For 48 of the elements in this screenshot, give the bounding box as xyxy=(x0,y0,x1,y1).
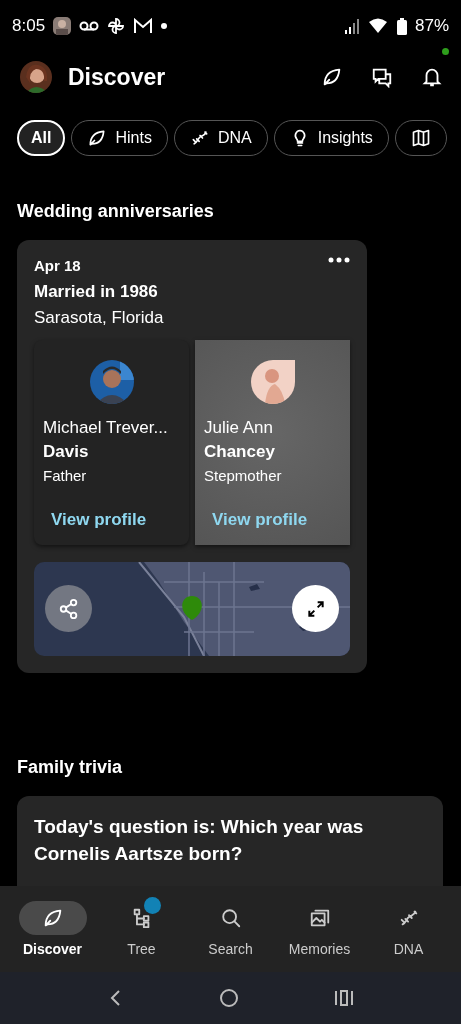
avatar[interactable] xyxy=(20,61,52,93)
mail-icon xyxy=(133,18,154,34)
dot-icon xyxy=(161,23,168,29)
nav-tab[interactable]: Discover xyxy=(9,901,96,957)
bell-icon[interactable] xyxy=(421,66,443,88)
filter-chip[interactable] xyxy=(394,120,447,156)
voicemail-icon xyxy=(79,20,100,32)
avatar-placeholder xyxy=(250,360,295,404)
filter-chip[interactable]: Hints xyxy=(71,120,168,156)
person-card[interactable]: Michael Trever... Davis Father View profile xyxy=(34,340,189,545)
battery-percentage: 87% xyxy=(414,16,449,36)
wifi-icon xyxy=(368,18,389,34)
chat-icon[interactable] xyxy=(371,66,393,88)
filter-chip[interactable]: Insights xyxy=(273,120,389,156)
surname: Davis xyxy=(43,442,90,462)
share-icon xyxy=(57,597,80,620)
person-card[interactable]: Julie Ann Chancey Stepmother View profile xyxy=(195,340,350,545)
filter-chip[interactable]: DNA xyxy=(173,120,268,156)
relationship: Stepmother xyxy=(204,467,283,484)
page-title: Discover xyxy=(68,63,166,91)
given-name: Julie Ann xyxy=(204,418,274,438)
date: Apr 18 xyxy=(34,257,81,274)
filter-chip[interactable]: All xyxy=(17,120,66,156)
view-profile-link[interactable]: View profile xyxy=(212,510,341,530)
section-title: Family trivia xyxy=(17,757,124,778)
expand-icon xyxy=(305,598,326,619)
section-title: Wedding anniversaries xyxy=(17,201,215,222)
nav-tab[interactable]: Search xyxy=(187,901,274,957)
event-place: Sarasota, Florida xyxy=(34,308,165,328)
trivia-question[interactable]: Today's question is: Which year was Cornelis Aartsze born? xyxy=(17,796,443,886)
search-icon xyxy=(219,907,242,929)
given-name: Michael Trever... xyxy=(43,418,169,438)
nav-tab[interactable]: Memories xyxy=(276,901,363,957)
event-title: Married in 1986 xyxy=(34,282,159,302)
pinwheel-icon xyxy=(107,17,126,35)
battery-icon xyxy=(396,17,407,35)
surname: Chancey xyxy=(204,442,276,462)
more-icon[interactable] xyxy=(328,257,350,263)
recents-icon[interactable] xyxy=(333,989,354,1007)
relationship: Father xyxy=(43,467,88,484)
nav-tab[interactable]: DNA xyxy=(365,901,452,957)
leaf-icon xyxy=(321,66,343,88)
nav-tab[interactable]: Tree xyxy=(98,901,185,957)
photos-icon xyxy=(308,907,331,929)
clock: 8:05 xyxy=(12,16,46,36)
home-icon[interactable] xyxy=(218,988,239,1008)
signal-icon xyxy=(344,18,361,34)
view-profile-link[interactable]: View profile xyxy=(51,510,180,530)
